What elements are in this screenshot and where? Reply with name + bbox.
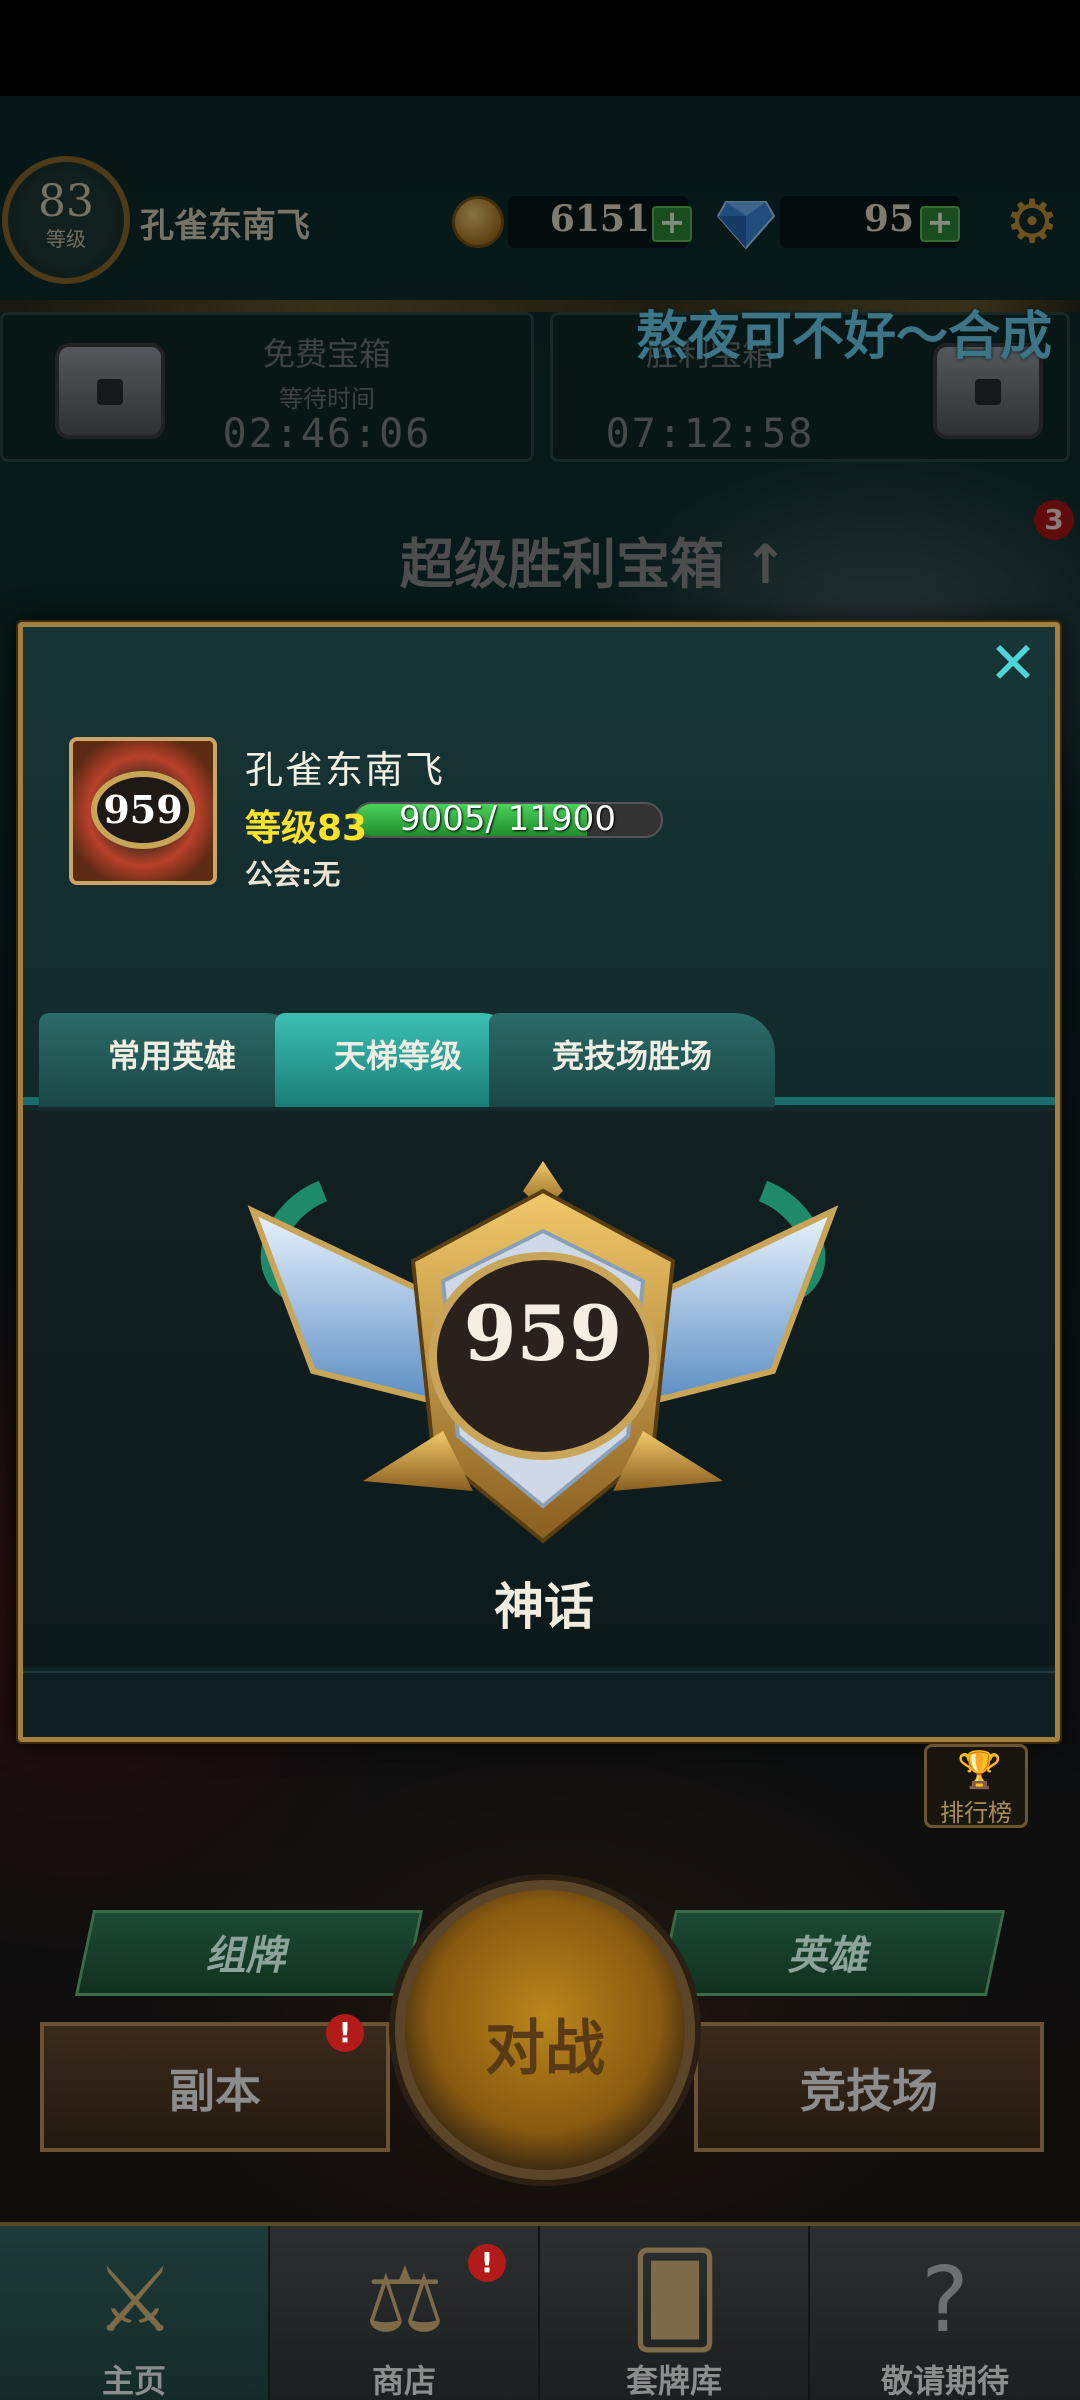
question-mark-icon: ? [921, 2248, 969, 2353]
nav-label-coming-soon: 敬请期待 [880, 2362, 1009, 2400]
heroes-button-label: 英雄 [785, 1933, 876, 1979]
dungeon-button-label: 副本 [169, 2064, 261, 2118]
nav-item-deck-library[interactable]: 🂠 套牌库 [540, 2226, 810, 2400]
scales-icon: ⚖ [364, 2248, 446, 2353]
dungeon-alert-badge: ! [326, 2014, 364, 2052]
nav-label-shop: 商店 [371, 2362, 436, 2400]
nav-label-deck-library: 套牌库 [625, 2362, 722, 2400]
battle-button-label: 对战 [485, 2014, 605, 2084]
cards-icon: 🂠 [628, 2248, 722, 2353]
status-bar [0, 0, 1080, 96]
deck-button-label: 组牌 [203, 1933, 294, 1979]
battle-button[interactable]: 对战 [395, 1880, 695, 2180]
profile-tabs: 常用英雄 天梯等级 竞技场胜场 [23, 1007, 1055, 1111]
tab-arena-wins[interactable]: 竞技场胜场 [489, 1013, 775, 1107]
profile-level: 等级83 [245, 808, 368, 849]
rank-badge-area: 959 神话 [23, 1111, 1055, 1667]
avatar-rank-number: 959 [103, 787, 183, 832]
crossed-swords-icon: ⚔ [94, 2248, 176, 2353]
profile-player-name: 孔雀东南飞 [245, 748, 446, 792]
heroes-button[interactable]: 英雄 [656, 1910, 1006, 1996]
tab-favorite-heroes[interactable]: 常用英雄 [39, 1013, 305, 1107]
nav-item-coming-soon[interactable]: ? 敬请期待 [810, 2226, 1080, 2400]
deck-button[interactable]: 组牌 [74, 1910, 424, 1996]
avatar-rank-emblem: 959 [91, 771, 195, 849]
arena-button-label: 竞技场 [800, 2064, 938, 2118]
player-avatar: 959 [69, 737, 217, 885]
modal-footer [23, 1671, 1055, 1737]
arena-button[interactable]: 竞技场 [694, 2022, 1044, 2152]
leaderboard-label: 排行榜 [940, 1799, 1012, 1827]
rank-title: 神话 [494, 1578, 594, 1636]
bottom-nav: ⚔ 主页 ⚖ 商店 ! 🂠 套牌库 ? 敬请期待 [0, 2222, 1080, 2400]
xp-text: 9005/ 11900 [399, 799, 616, 839]
shop-alert-badge: ! [468, 2244, 506, 2282]
player-profile-modal: ✕ 959 孔雀东南飞 等级83 9005/ 11900 公会:无 常用英雄 天… [18, 622, 1060, 1742]
nav-item-home[interactable]: ⚔ 主页 [0, 2226, 270, 2400]
trophy-icon: 🏆 [957, 1750, 1002, 1791]
close-icon[interactable]: ✕ [985, 634, 1041, 693]
leaderboard-button[interactable]: 🏆 排行榜 [924, 1744, 1028, 1828]
tab-ladder-rank[interactable]: 天梯等级 [275, 1013, 521, 1107]
rank-number: 959 [463, 1289, 623, 1378]
profile-guild: 公会:无 [245, 858, 341, 891]
nav-label-home: 主页 [101, 2362, 166, 2400]
